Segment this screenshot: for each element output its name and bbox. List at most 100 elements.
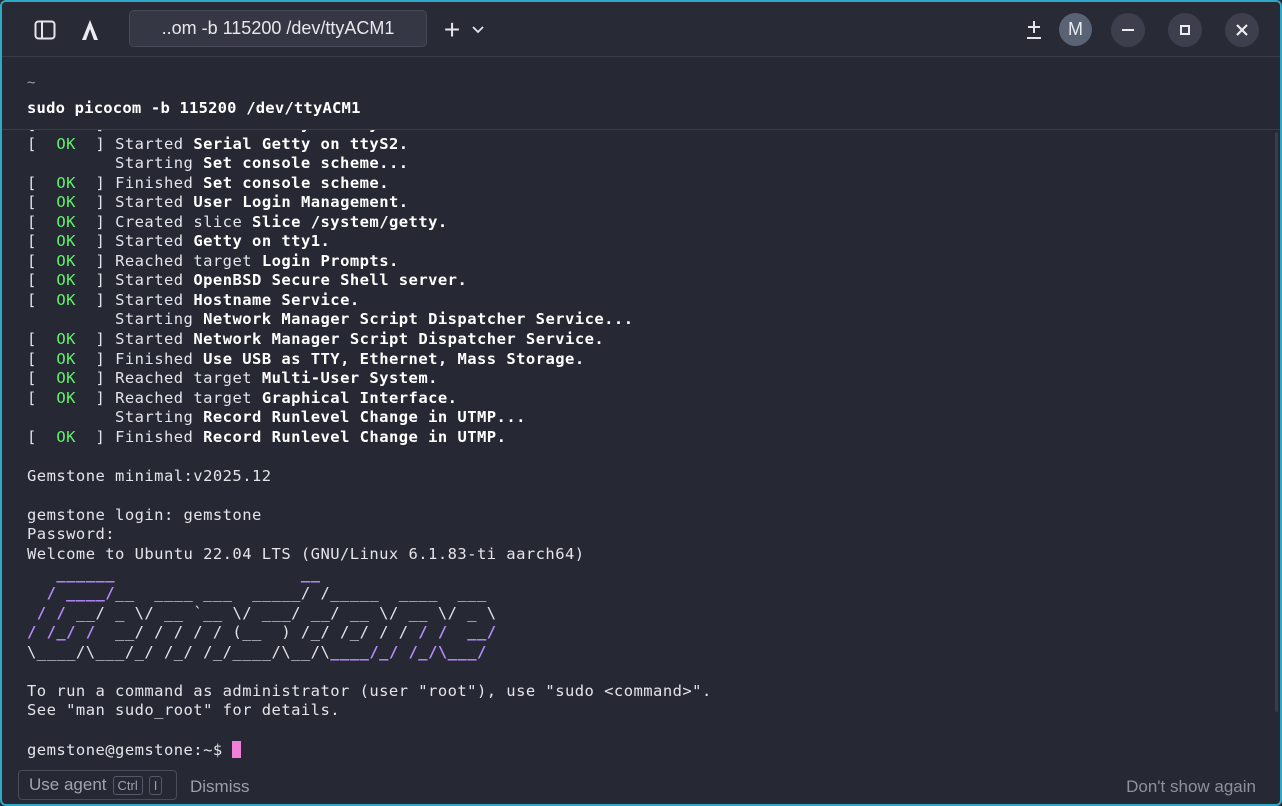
status-bracket: [ OK ] <box>27 173 116 192</box>
boot-verb: Started <box>115 232 194 251</box>
plus-minus-button[interactable] <box>1018 14 1050 46</box>
scrollbar[interactable] <box>1275 132 1278 712</box>
boot-target: Multi-User System. <box>261 369 438 388</box>
boot-verb: Started <box>115 193 194 212</box>
plus-icon: + <box>443 14 461 45</box>
boot-target: Serial Getty on ttyS2. <box>193 134 409 153</box>
motd-line-1: To run a command as administrator (user … <box>27 681 712 700</box>
minimize-button[interactable] <box>1111 13 1145 47</box>
new-tab-button[interactable]: + <box>436 14 468 46</box>
boot-target: Use USB as TTY, Ethernet, Mass Storage. <box>203 349 585 368</box>
status-bracket <box>27 310 115 328</box>
tab-title: ..om -b 115200 /dev/ttyACM1 <box>161 18 395 38</box>
status-ok: OK <box>56 232 76 251</box>
status-bracket: [ OK ] <box>27 369 116 388</box>
boot-target: Record Runlevel Change in UTMP... <box>203 408 526 427</box>
use-agent-label: Use agent <box>29 775 107 794</box>
minimize-icon <box>1122 29 1134 31</box>
status-ok: OK <box>56 330 76 349</box>
status-bracket: [ OK ] <box>27 388 116 407</box>
boot-verb: Starting <box>115 154 204 173</box>
plus-minus-icon <box>1027 21 1041 39</box>
command-text[interactable]: sudo picocom -b 115200 /dev/ttyACM1 <box>27 99 361 117</box>
tab-active[interactable]: ..om -b 115200 /dev/ttyACM1 <box>129 10 427 47</box>
chevron-down-icon <box>472 26 484 34</box>
use-agent-button[interactable]: Use agent Ctrl I <box>18 770 177 800</box>
status-bracket: [ OK ] <box>27 290 116 309</box>
status-bracket: [ OK ] <box>27 271 116 290</box>
boot-target: Hostname Service. <box>193 290 360 309</box>
boot-verb: Reached target <box>115 388 262 407</box>
status-bracket: [ OK ] <box>27 251 116 270</box>
boot-log-line: [ OK ] Finished Record Runlevel Change i… <box>27 428 712 448</box>
status-ok: OK <box>56 427 76 446</box>
shortcut-key-i: I <box>148 775 163 795</box>
boot-log-line: Starting Network Manager Script Dispatch… <box>27 310 712 330</box>
close-icon <box>1236 24 1248 36</box>
boot-verb: Finished <box>115 427 204 446</box>
terminal-lines: [ OK ] Started Serial Getty on ttyS0. [ O… <box>27 130 712 760</box>
boot-log-line: Starting Record Runlevel Change in UTMP.… <box>27 408 712 428</box>
sidebar-toggle-icon[interactable] <box>29 14 61 46</box>
ubuntu-ascii-logo: ______ __ / ____/__ ____ ___ _____/ /___… <box>27 564 497 661</box>
title-bar: ..om -b 115200 /dev/ttyACM1 + M <box>2 2 1280 57</box>
terminal-window: ..om -b 115200 /dev/ttyACM1 + M ~ sudo p… <box>0 0 1282 806</box>
boot-target: Graphical Interface. <box>261 388 458 407</box>
motd-line-2: See "man sudo_root" for details. <box>27 701 341 720</box>
dont-show-again-button[interactable]: Don't show again <box>1126 777 1256 797</box>
shell-prompt-line[interactable]: gemstone@gemstone:~$ <box>27 740 712 761</box>
boot-verb: Reached target <box>115 369 262 388</box>
tab-menu-button[interactable] <box>468 14 488 46</box>
boot-log-line: [ OK ] Finished Set console scheme. <box>27 174 712 194</box>
boot-log-line: Starting Set console scheme... <box>27 154 712 174</box>
working-directory: ~ <box>27 75 36 91</box>
boot-verb: Started <box>115 271 194 290</box>
text-cursor <box>232 740 242 758</box>
agent-hint-bar: Use agent Ctrl I Dismiss Don't show agai… <box>2 764 1280 804</box>
boot-verb: Started <box>115 330 194 349</box>
status-ok: OK <box>56 134 76 153</box>
boot-target: Network Manager Script Dispatcher Servic… <box>203 310 634 329</box>
avatar[interactable]: M <box>1059 13 1092 46</box>
shortcut-key-ctrl: Ctrl <box>112 775 143 795</box>
dismiss-button[interactable]: Dismiss <box>190 777 250 797</box>
boot-log-line: [ OK ] Started OpenBSD Secure Shell serv… <box>27 271 712 291</box>
boot-verb: Started <box>115 134 194 153</box>
status-bracket: [ OK ] <box>27 349 116 368</box>
boot-log-line: [ OK ] Started Hostname Service. <box>27 291 712 311</box>
login-line: gemstone login: gemstone <box>27 505 262 524</box>
status-ok: OK <box>56 130 76 133</box>
boot-log-line: [ OK ] Reached target Graphical Interfac… <box>27 389 712 409</box>
password-line: Password: <box>27 525 116 544</box>
status-ok: OK <box>56 193 76 212</box>
boot-log: [ OK ] Started Serial Getty on ttyS0. [ O… <box>27 130 712 447</box>
boot-log-line: [ OK ] Started Network Manager Script Di… <box>27 330 712 350</box>
boot-verb: Finished <box>115 173 204 192</box>
status-ok: OK <box>56 251 76 270</box>
status-bracket <box>27 408 115 426</box>
status-ok: OK <box>56 369 76 388</box>
status-ok: OK <box>56 290 76 309</box>
terminal-output[interactable]: [ OK ] Started Serial Getty on ttyS0. [ O… <box>2 130 1280 764</box>
status-ok: OK <box>56 173 76 192</box>
boot-target: OpenBSD Secure Shell server. <box>193 271 468 290</box>
close-button[interactable] <box>1225 13 1259 47</box>
boot-log-line: [ OK ] Created slice Slice /system/getty… <box>27 213 712 233</box>
boot-log-line: [ OK ] Started User Login Management. <box>27 193 712 213</box>
status-ok: OK <box>56 388 76 407</box>
shell-prompt: gemstone@gemstone:~$ <box>27 740 233 759</box>
version-line: Gemstone minimal:v2025.12 <box>27 466 272 485</box>
status-bracket <box>27 154 115 172</box>
boot-target: Network Manager Script Dispatcher Servic… <box>193 330 605 349</box>
app-logo-icon <box>74 14 106 46</box>
boot-verb: Finished <box>115 349 204 368</box>
maximize-button[interactable] <box>1168 13 1202 47</box>
boot-verb: Started <box>115 130 193 133</box>
boot-target: Getty on tty1. <box>193 232 331 251</box>
boot-verb: Created slice <box>115 212 253 231</box>
status-bracket: [ OK ] <box>27 193 116 212</box>
status-bracket: [ OK ] <box>27 134 116 153</box>
boot-log-line: [ OK ] Reached target Login Prompts. <box>27 252 712 272</box>
avatar-initial: M <box>1068 19 1083 39</box>
boot-target: Record Runlevel Change in UTMP. <box>203 427 507 446</box>
